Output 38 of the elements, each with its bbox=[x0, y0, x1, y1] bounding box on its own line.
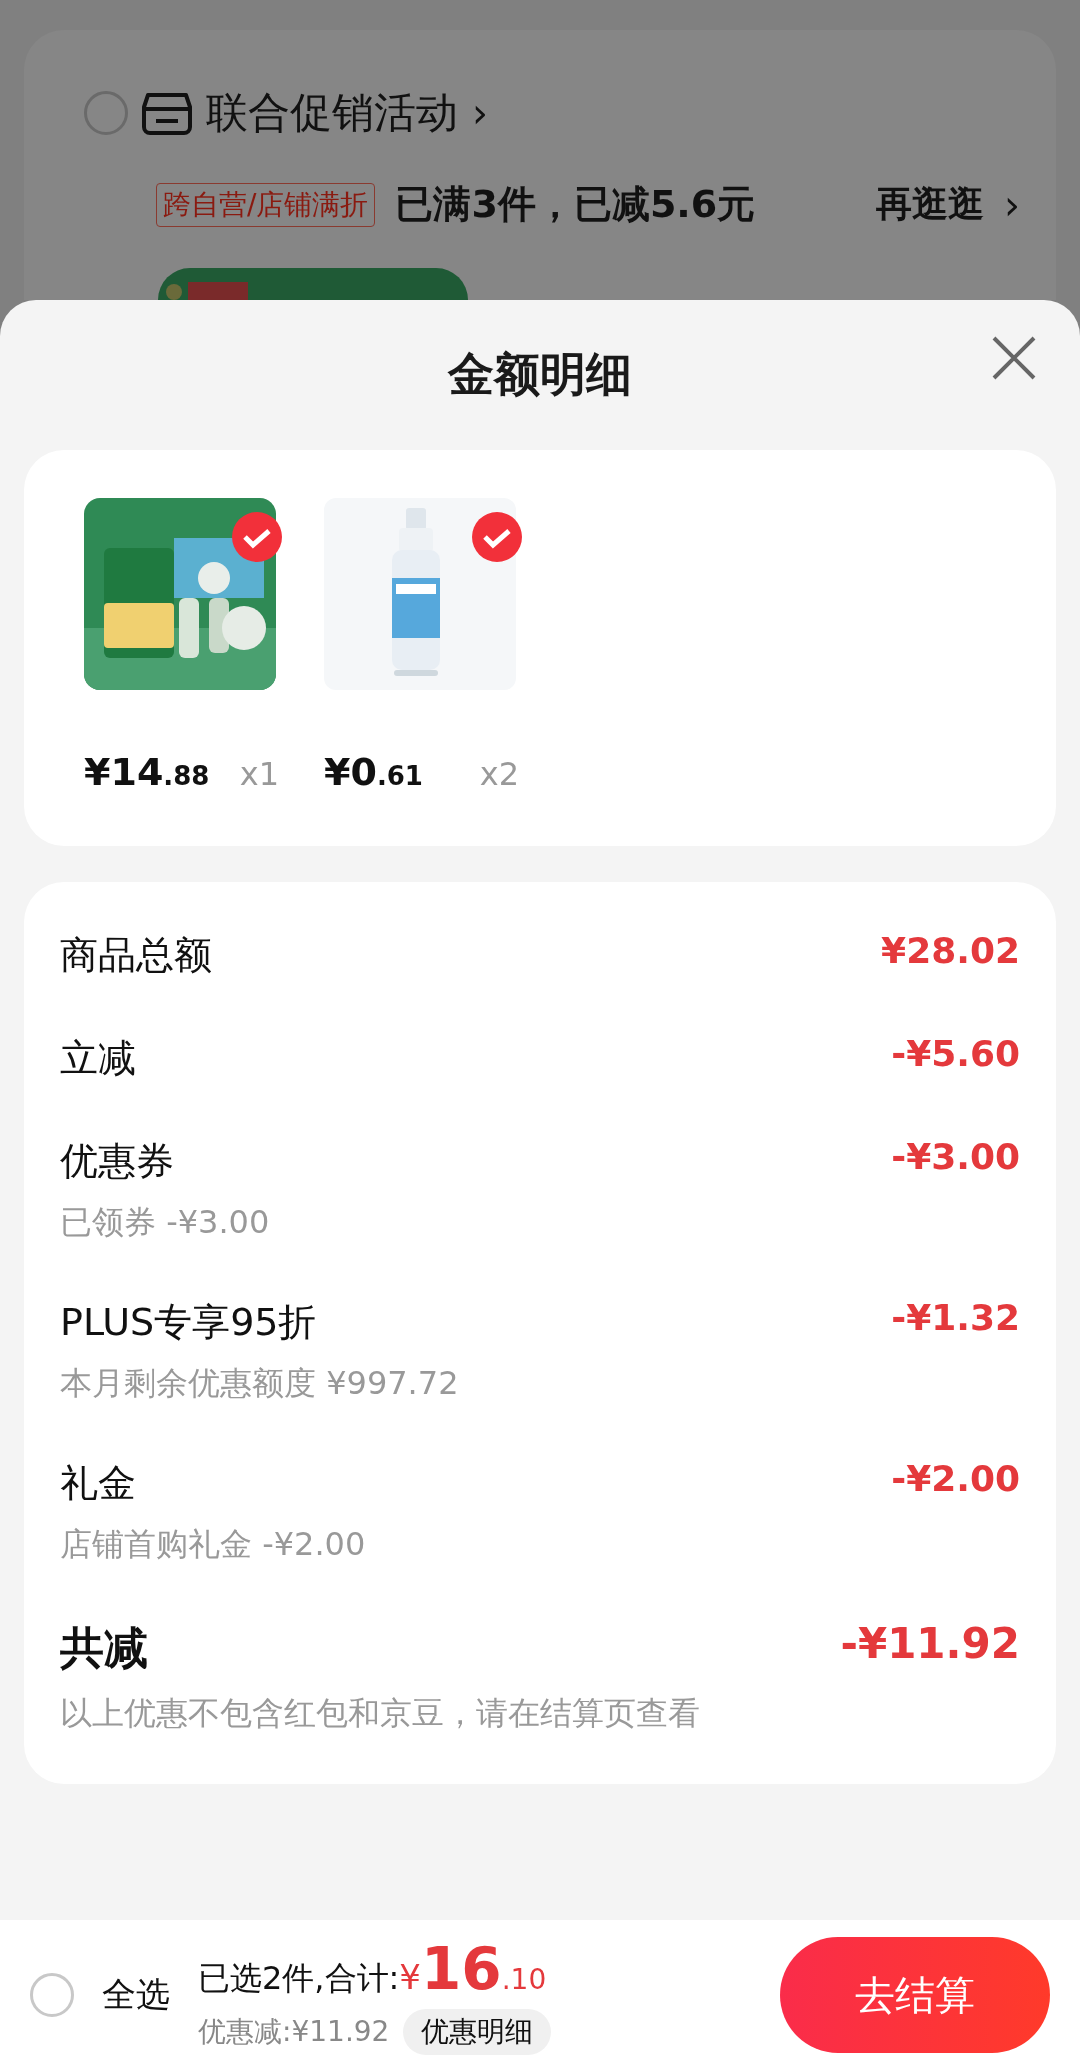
product-quantity: x2 bbox=[479, 755, 519, 793]
discount-details-button[interactable]: 优惠明细 bbox=[403, 2009, 552, 2055]
detail-note: 店铺首购礼金 -¥2.00 bbox=[60, 1524, 366, 1565]
shop-icon bbox=[142, 91, 192, 135]
select-all-label[interactable]: 全选 bbox=[102, 1972, 170, 2018]
total-price: ¥16.10 bbox=[399, 1935, 547, 2003]
summary-label: 已选2件,合计: bbox=[198, 1958, 400, 1999]
product-price: ¥14.88 bbox=[84, 750, 210, 794]
detail-label: 礼金 bbox=[60, 1460, 137, 1507]
sheet-title: 金额明细 bbox=[448, 346, 632, 403]
detail-label: 优惠券 bbox=[60, 1138, 175, 1185]
detail-note: 已领券 -¥3.00 bbox=[60, 1202, 270, 1243]
detail-amount: -¥3.00 bbox=[891, 1136, 1020, 1177]
check-icon[interactable] bbox=[472, 512, 522, 562]
check-icon[interactable] bbox=[232, 512, 282, 562]
detail-note: 以上优惠不包含红包和京豆，请在结算页查看 bbox=[60, 1693, 700, 1734]
checkout-button[interactable]: 去结算 bbox=[780, 1937, 1050, 2053]
product-quantity: x1 bbox=[239, 755, 279, 793]
chevron: › bbox=[472, 90, 488, 136]
detail-note: 本月剩余优惠额度 ¥997.72 bbox=[60, 1363, 459, 1404]
discount-text: 优惠减:¥11.92 bbox=[198, 2014, 390, 2050]
detail-amount: -¥1.32 bbox=[891, 1297, 1020, 1338]
detail-amount: ¥28.02 bbox=[881, 930, 1020, 971]
detail-label: 商品总额 bbox=[60, 932, 212, 979]
radio-button[interactable] bbox=[84, 91, 128, 135]
detail-label: 立减 bbox=[60, 1035, 136, 1082]
detail-amount: -¥5.60 bbox=[891, 1033, 1020, 1074]
promotion-status: 已满3件，已减5.6元 bbox=[395, 181, 757, 228]
detail-amount: -¥11.92 bbox=[840, 1619, 1020, 1668]
promotion-title[interactable]: 联合促销活动 bbox=[206, 85, 458, 141]
promotion-tag: 跨自营/店铺满折 bbox=[156, 182, 376, 227]
select-all-radio[interactable] bbox=[30, 1973, 74, 2017]
browse-link[interactable]: 再逛逛 bbox=[876, 180, 984, 229]
chevron: › bbox=[1004, 181, 1020, 228]
detail-label: 共减 bbox=[60, 1621, 149, 1675]
product-price: ¥0.61 bbox=[324, 750, 423, 794]
detail-label: PLUS专享95折 bbox=[60, 1299, 318, 1346]
detail-amount: -¥2.00 bbox=[891, 1458, 1020, 1499]
